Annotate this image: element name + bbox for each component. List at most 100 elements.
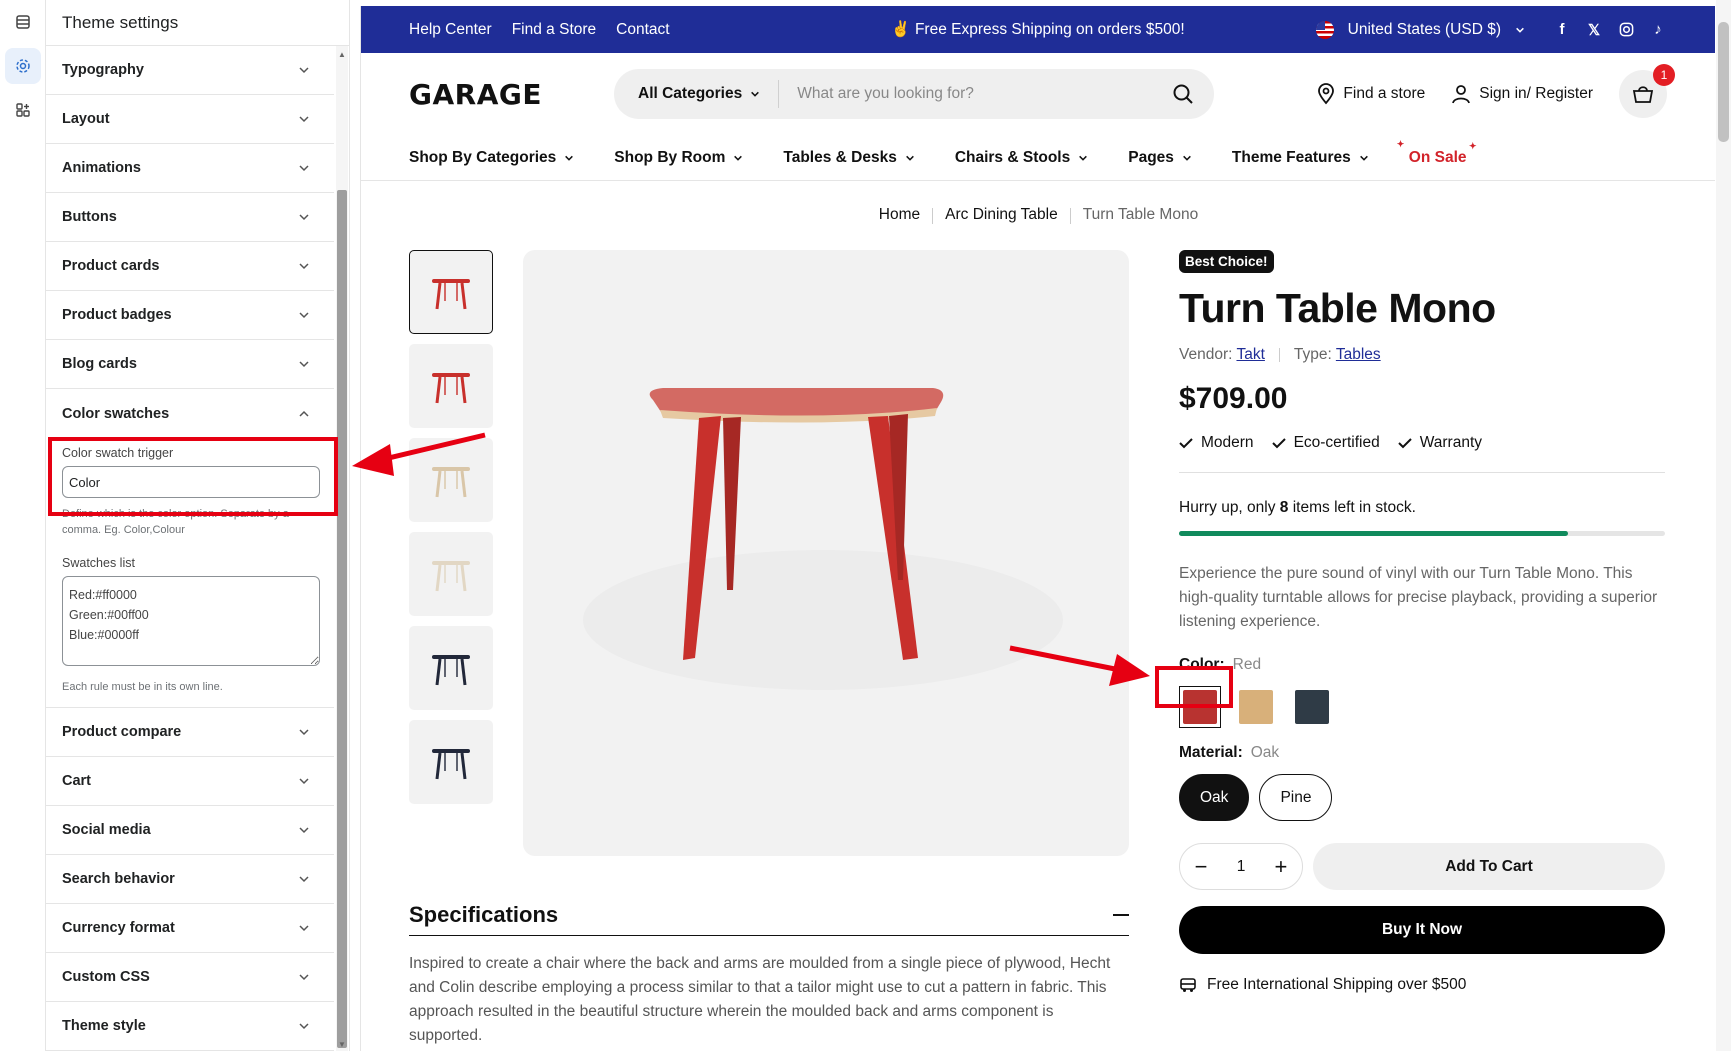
section-buttons[interactable]: Buttons xyxy=(46,193,334,242)
page-scrollbar-thumb[interactable] xyxy=(1718,22,1729,142)
specifications-header[interactable]: Specifications xyxy=(409,894,1129,936)
category-dropdown[interactable]: All Categories xyxy=(638,80,780,108)
color-swatch[interactable] xyxy=(1235,686,1277,728)
shipping-note: Free International Shipping over $500 xyxy=(1179,976,1665,994)
chevron-down-icon[interactable] xyxy=(1515,25,1525,35)
product-title: Turn Table Mono xyxy=(1179,285,1496,331)
apps-icon[interactable] xyxy=(5,92,41,128)
nav-item-shop-by-room[interactable]: Shop By Room xyxy=(614,149,743,167)
site-logo[interactable]: GARAGE xyxy=(409,78,614,111)
plus-icon[interactable]: + xyxy=(1275,854,1288,880)
product-thumbnail[interactable] xyxy=(409,532,493,616)
section-animations[interactable]: Animations xyxy=(46,144,334,193)
currency-selector[interactable]: United States (USD $) xyxy=(1348,21,1501,39)
contact-link[interactable]: Contact xyxy=(616,21,669,39)
swatches-list-textarea[interactable]: Red:#ff0000 Green:#00ff00 Blue:#0000ff xyxy=(62,576,320,666)
nav-item-pages[interactable]: Pages xyxy=(1128,149,1192,167)
chevron-down-icon xyxy=(1183,155,1191,161)
section-label: Social media xyxy=(62,822,151,838)
search-icon[interactable] xyxy=(1172,83,1194,105)
type-link[interactable]: Tables xyxy=(1336,346,1381,363)
shopping-bag-icon xyxy=(1632,86,1654,103)
red-table-image xyxy=(583,388,1063,690)
buy-now-button[interactable]: Buy It Now xyxy=(1179,906,1665,954)
product-thumbnail[interactable] xyxy=(409,250,493,334)
minus-icon[interactable]: − xyxy=(1195,854,1208,880)
cart-button[interactable]: 1 xyxy=(1619,64,1675,118)
color-swatch[interactable] xyxy=(1291,686,1333,728)
vendor-link[interactable]: Takt xyxy=(1236,346,1264,363)
material-oak-button[interactable]: Oak xyxy=(1179,774,1250,821)
color-option-label: Color: Red xyxy=(1179,656,1665,674)
material-label: Material: xyxy=(1179,744,1243,761)
vendor-divider xyxy=(1278,348,1280,362)
search-input[interactable]: What are you looking for? xyxy=(779,85,1172,103)
swatches-list-help: Each rule must be in its own line. xyxy=(62,681,223,693)
breadcrumb: Home Arc Dining Table Turn Table Mono xyxy=(361,206,1715,224)
product-thumbnail[interactable] xyxy=(409,626,493,710)
promo-text: ✌️ Free Express Shipping on orders $500! xyxy=(891,21,1185,38)
material-pine-button[interactable]: Pine xyxy=(1259,774,1333,821)
collapse-icon[interactable] xyxy=(1113,913,1129,917)
scroll-up-icon[interactable]: ▲ xyxy=(338,50,346,59)
buy-row: − 1 + Add To Cart xyxy=(1179,843,1665,890)
nav-item-shop-by-categories[interactable]: Shop By Categories xyxy=(409,149,574,167)
section-typography[interactable]: Typography xyxy=(46,46,334,95)
chevron-down-icon xyxy=(299,214,309,221)
breadcrumb-collection[interactable]: Arc Dining Table xyxy=(933,206,1070,224)
settings-gear-icon[interactable] xyxy=(5,48,41,84)
breadcrumb-home[interactable]: Home xyxy=(867,206,932,224)
specifications-text: Inspired to create a chair where the bac… xyxy=(409,955,1111,1044)
instagram-icon[interactable] xyxy=(1617,21,1635,39)
section-blog-cards[interactable]: Blog cards xyxy=(46,340,334,389)
nav-item-chairs-stools[interactable]: Chairs & Stools xyxy=(955,149,1088,167)
section-layout[interactable]: Layout xyxy=(46,95,334,144)
section-label: Custom CSS xyxy=(62,969,150,985)
nav-item-theme-features[interactable]: Theme Features xyxy=(1232,149,1369,167)
help-center-link[interactable]: Help Center xyxy=(409,21,492,39)
tiktok-icon[interactable]: ♪ xyxy=(1649,21,1667,39)
table-thumbnail-image xyxy=(432,561,470,592)
section-product-compare[interactable]: Product compare xyxy=(46,708,334,757)
chevron-down-icon xyxy=(299,729,309,736)
panel-scrollbar-thumb[interactable] xyxy=(337,190,347,1048)
product-thumbnail[interactable] xyxy=(409,344,493,428)
add-to-cart-button[interactable]: Add To Cart xyxy=(1313,843,1665,890)
section-custom-css[interactable]: Custom CSS xyxy=(46,953,334,1002)
nav-item-on-sale[interactable]: ✦ On Sale ✦ xyxy=(1397,139,1477,167)
section-label: Color swatches xyxy=(62,405,170,422)
storefront-preview: Help Center Find a Store Contact ✌️ Free… xyxy=(360,6,1715,1051)
scroll-down-icon[interactable]: ▼ xyxy=(338,1040,346,1049)
material-selected-value: Oak xyxy=(1250,744,1280,761)
nav-sale-label: On Sale xyxy=(1408,148,1467,166)
product-info: Best Choice! Turn Table Mono Vendor: Tak… xyxy=(1179,250,1665,994)
section-product-badges[interactable]: Product badges xyxy=(46,291,334,340)
product-main-image[interactable] xyxy=(523,250,1129,856)
section-currency-format[interactable]: Currency format xyxy=(46,904,334,953)
color-swatch-fill xyxy=(1295,690,1329,724)
quantity-value[interactable]: 1 xyxy=(1237,858,1246,876)
find-store-link[interactable]: Find a Store xyxy=(512,21,596,39)
cart-count-badge: 1 xyxy=(1653,64,1675,86)
best-choice-badge: Best Choice! xyxy=(1179,250,1274,273)
section-social-media[interactable]: Social media xyxy=(46,806,334,855)
search-bar[interactable]: All Categories What are you looking for? xyxy=(614,69,1214,119)
section-cart[interactable]: Cart xyxy=(46,757,334,806)
section-label: Layout xyxy=(62,111,110,127)
chevron-down-icon xyxy=(751,91,760,97)
section-color-swatches[interactable]: Color swatches xyxy=(46,389,334,438)
category-label: All Categories xyxy=(638,85,743,102)
site-header: GARAGE All Categories What are you looki… xyxy=(361,53,1715,135)
x-icon[interactable]: 𝕏 xyxy=(1585,21,1603,39)
facebook-icon[interactable]: f xyxy=(1553,21,1571,39)
section-theme-style[interactable]: Theme style xyxy=(46,1002,334,1051)
nav-item-tables-desks[interactable]: Tables & Desks xyxy=(783,149,914,167)
section-search-behavior[interactable]: Search behavior xyxy=(46,855,334,904)
section-product-cards[interactable]: Product cards xyxy=(46,242,334,291)
page-scrollbar[interactable] xyxy=(1716,0,1731,1051)
sign-in-button[interactable]: Sign in/ Register xyxy=(1451,84,1593,104)
section-label: Product compare xyxy=(62,724,182,740)
find-store-button[interactable]: Find a store xyxy=(1317,83,1425,105)
sections-icon[interactable] xyxy=(5,4,41,40)
product-thumbnail[interactable] xyxy=(409,720,493,804)
